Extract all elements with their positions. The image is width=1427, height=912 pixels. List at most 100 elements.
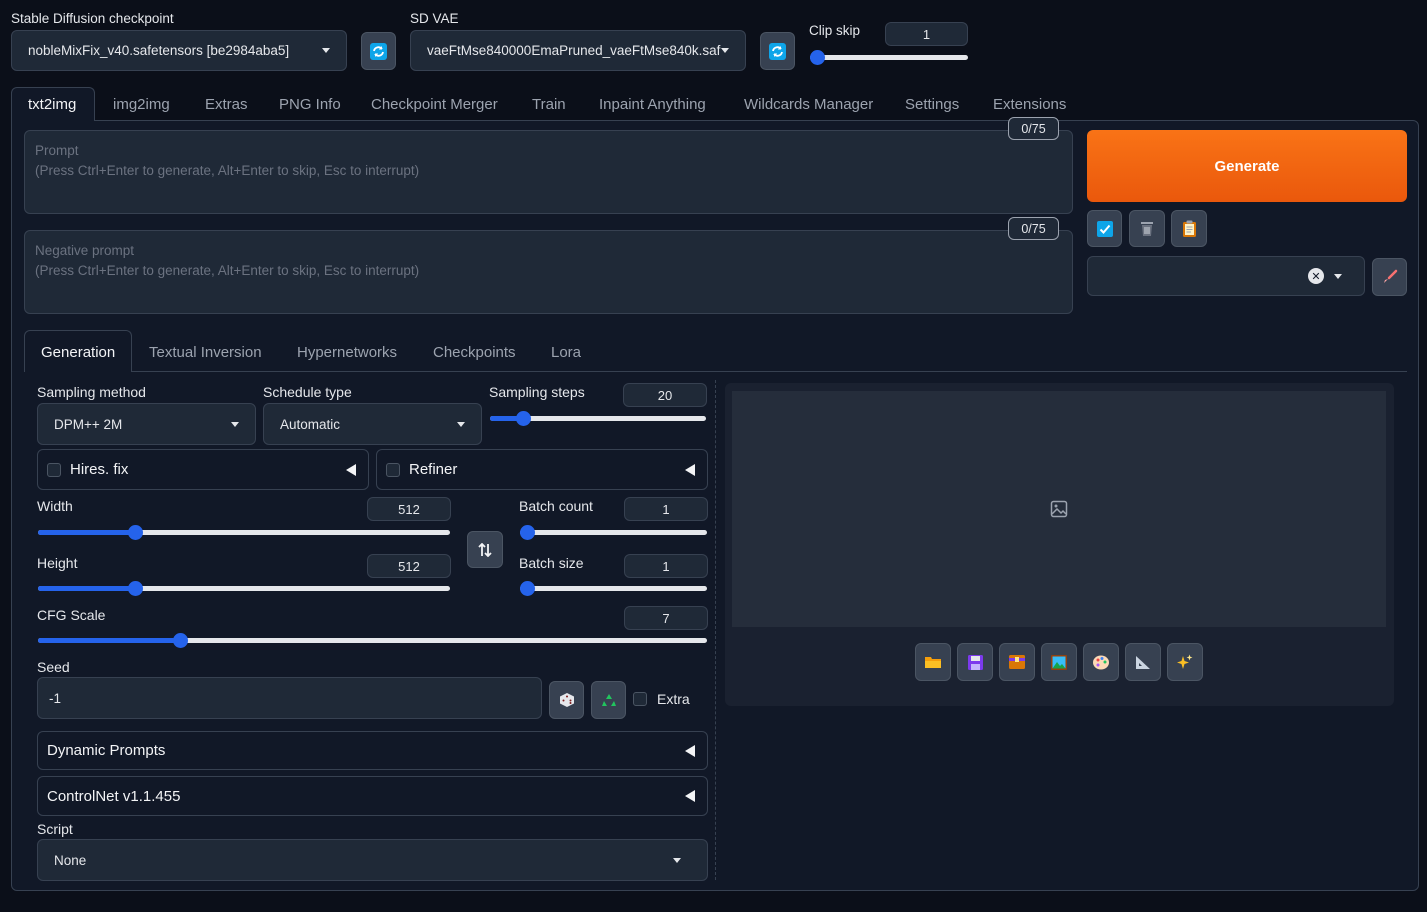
sampling-steps-label: Sampling steps [489, 384, 585, 400]
slider-thumb[interactable] [810, 50, 825, 65]
zip-icon [1009, 655, 1025, 669]
dynamic-prompts-label: Dynamic Prompts [47, 742, 166, 759]
seed-value: -1 [49, 690, 62, 706]
tab-extensions[interactable]: Extensions [993, 96, 1066, 113]
batch-count-input[interactable]: 1 [624, 497, 708, 521]
extra-seed-toggle[interactable]: Extra [633, 691, 690, 707]
slider-thumb[interactable] [516, 411, 531, 426]
height-slider[interactable] [38, 581, 450, 596]
tab-hypernetworks[interactable]: Hypernetworks [297, 344, 397, 361]
script-value: None [54, 852, 87, 868]
tab-img2img[interactable]: img2img [113, 96, 170, 113]
batch-count-slider[interactable] [520, 525, 707, 540]
sampling-method-label: Sampling method [37, 384, 146, 400]
refiner-checkbox[interactable] [386, 462, 400, 477]
seed-label: Seed [37, 659, 70, 675]
slider-thumb[interactable] [173, 633, 188, 648]
tab-txt2img[interactable]: txt2img [28, 96, 76, 113]
dynamic-prompts-accordion[interactable]: Dynamic Prompts [37, 731, 708, 770]
send-to-extras-button[interactable] [1125, 643, 1161, 681]
styles-dropdown[interactable]: ✕ [1087, 256, 1365, 296]
tab-train[interactable]: Train [532, 96, 566, 113]
slider-thumb[interactable] [128, 581, 143, 596]
zip-button[interactable] [999, 643, 1035, 681]
cfg-scale-slider[interactable] [38, 633, 707, 648]
tab-generation[interactable]: Generation [41, 344, 115, 361]
batch-size-input[interactable]: 1 [624, 554, 708, 578]
checkbox-icon [1096, 220, 1113, 237]
tab-checkpoint-merger[interactable]: Checkpoint Merger [371, 96, 498, 113]
script-label: Script [37, 821, 73, 837]
prompt-textarea[interactable]: Prompt (Press Ctrl+Enter to generate, Al… [24, 130, 1073, 214]
script-dropdown[interactable]: None [37, 839, 708, 881]
width-slider[interactable] [38, 525, 450, 540]
cfg-scale-input[interactable]: 7 [624, 606, 708, 630]
cfg-scale-label: CFG Scale [37, 607, 106, 623]
image-icon [1050, 500, 1068, 518]
apply-styles-button[interactable] [1087, 210, 1122, 247]
upscale-button[interactable] [1167, 643, 1203, 681]
sampling-method-dropdown[interactable]: DPM++ 2M [37, 403, 256, 445]
tab-textual-inversion[interactable]: Textual Inversion [149, 344, 262, 361]
negative-prompt-token-counter: 0/75 [1008, 217, 1059, 240]
send-to-inpaint-button[interactable] [1083, 643, 1119, 681]
open-folder-button[interactable] [915, 643, 951, 681]
trash-icon [1141, 222, 1153, 236]
hires-fix-label: Hires. fix [70, 461, 129, 478]
clip-skip-input[interactable]: 1 [885, 22, 968, 46]
clip-skip-slider[interactable] [810, 50, 968, 65]
tab-png-info[interactable]: PNG Info [279, 96, 341, 113]
batch-size-slider[interactable] [520, 581, 707, 596]
controlnet-accordion[interactable]: ControlNet v1.1.455 [37, 776, 708, 816]
height-label: Height [37, 555, 78, 571]
generate-button[interactable]: Generate [1087, 130, 1407, 202]
reuse-seed-button[interactable] [591, 681, 626, 719]
sparkles-icon [1177, 654, 1193, 669]
tab-wildcards-manager[interactable]: Wildcards Manager [744, 96, 873, 113]
paste-prompt-button[interactable] [1171, 210, 1207, 247]
checkpoint-dropdown[interactable]: nobleMixFix_v40.safetensors [be2984aba5] [11, 30, 347, 71]
sampling-method-value: DPM++ 2M [54, 416, 123, 432]
batch-size-label: Batch size [519, 555, 584, 571]
collapse-arrow-icon [346, 463, 356, 476]
sampling-steps-slider[interactable] [490, 411, 706, 426]
negative-prompt-label: Negative prompt [35, 243, 135, 258]
tab-settings[interactable]: Settings [905, 96, 959, 113]
width-label: Width [37, 498, 73, 514]
tab-inpaint-anything[interactable]: Inpaint Anything [599, 96, 706, 113]
random-seed-button[interactable] [549, 681, 584, 719]
prompt-label: Prompt [35, 143, 79, 158]
slider-thumb[interactable] [520, 525, 535, 540]
collapse-arrow-icon [685, 463, 695, 476]
slider-thumb[interactable] [520, 581, 535, 596]
refiner-accordion[interactable]: Refiner [376, 449, 708, 490]
negative-prompt-textarea[interactable]: Negative prompt (Press Ctrl+Enter to gen… [24, 230, 1073, 314]
hires-fix-checkbox[interactable] [47, 462, 61, 477]
slider-thumb[interactable] [128, 525, 143, 540]
save-button[interactable] [957, 643, 993, 681]
recycle-icon [601, 694, 616, 706]
refresh-icon [370, 42, 387, 60]
refresh-icon [769, 42, 786, 60]
sampling-steps-input[interactable]: 20 [623, 383, 707, 407]
seed-input[interactable]: -1 [37, 677, 542, 719]
clear-icon[interactable]: ✕ [1308, 268, 1324, 284]
edit-styles-button[interactable] [1372, 258, 1407, 296]
prompt-token-counter: 0/75 [1008, 117, 1059, 140]
extra-label: Extra [657, 691, 690, 707]
refresh-vae-button[interactable] [760, 32, 795, 70]
schedule-type-dropdown[interactable]: Automatic [263, 403, 482, 445]
tab-checkpoints[interactable]: Checkpoints [433, 344, 516, 361]
extra-checkbox[interactable] [633, 692, 647, 706]
swap-dimensions-button[interactable] [467, 531, 503, 568]
folder-icon [925, 657, 941, 668]
vae-dropdown[interactable]: vaeFtMse840000EmaPruned_vaeFtMse840k.saf [410, 30, 746, 71]
tab-extras[interactable]: Extras [205, 96, 248, 113]
clear-prompt-button[interactable] [1129, 210, 1165, 247]
refresh-checkpoint-button[interactable] [361, 32, 396, 70]
width-input[interactable]: 512 [367, 497, 451, 521]
height-input[interactable]: 512 [367, 554, 451, 578]
tab-lora[interactable]: Lora [551, 344, 581, 361]
send-to-img2img-button[interactable] [1041, 643, 1077, 681]
hires-fix-accordion[interactable]: Hires. fix [37, 449, 369, 490]
